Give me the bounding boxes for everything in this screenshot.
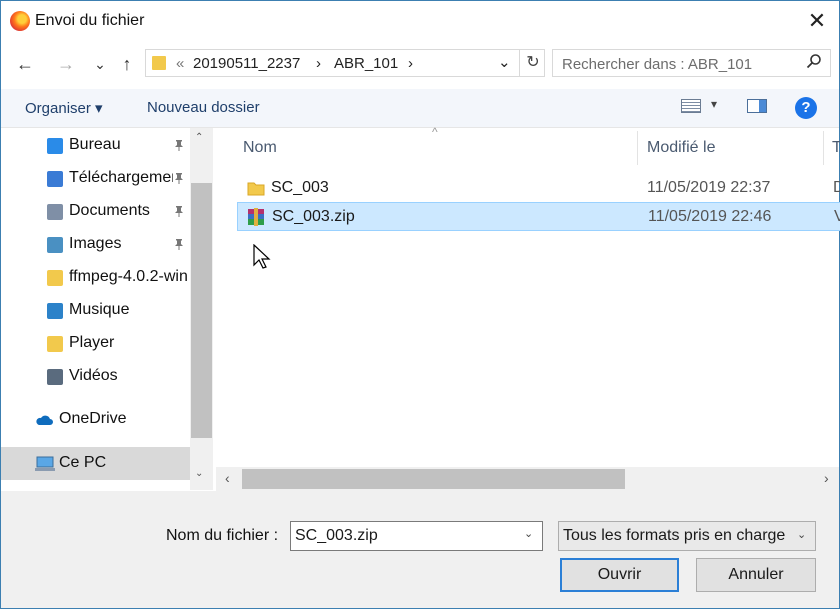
address-bar[interactable]: « 20190511_2237 › ABR_101 › ⌄ — [145, 49, 545, 77]
search-placeholder: Rechercher dans : ABR_101 — [562, 56, 753, 73]
scrollbar-thumb[interactable] — [191, 183, 212, 438]
sidebar-item-telechargements[interactable]: Téléchargements — [47, 166, 189, 192]
sidebar-item-label: Bureau — [69, 136, 121, 153]
back-button[interactable]: ← — [12, 51, 38, 77]
sidebar-item-label: Documents — [69, 202, 150, 219]
title-bar: Envoi du fichier ✕ — [1, 1, 839, 41]
filename-input[interactable]: SC_003.zip ⌄ — [290, 521, 543, 551]
scrollbar-thumb[interactable] — [242, 469, 625, 489]
pin-icon[interactable] — [173, 172, 185, 187]
sidebar-item-ce-pc[interactable]: Ce PC — [35, 451, 177, 477]
onedrive-cloud-icon — [35, 413, 53, 429]
window-title: Envoi du fichier — [35, 12, 145, 29]
scroll-left-arrow[interactable]: ‹ — [225, 470, 230, 486]
filename-dropdown-icon[interactable]: ⌄ — [524, 527, 533, 540]
address-prefix: « — [176, 55, 185, 72]
sidebar-item-videos[interactable]: Vidéos — [47, 364, 189, 390]
column-divider[interactable] — [637, 131, 638, 165]
sidebar-item-label: Player — [69, 334, 115, 351]
search-icon — [806, 53, 822, 74]
file-dialog: Envoi du fichier ✕ ← → ⌄ ↑ « 20190511_22… — [0, 0, 840, 609]
sidebar-item-label: Ce PC — [59, 454, 107, 471]
firefox-icon — [10, 11, 30, 31]
file-type-dropdown-icon[interactable]: ⌄ — [797, 528, 806, 541]
file-type-value: Tous les formats pris en charge — [563, 527, 786, 544]
scroll-down-arrow[interactable]: ⌄ — [195, 468, 203, 479]
view-options-icon[interactable] — [681, 99, 701, 113]
column-modified[interactable]: Modifié le — [647, 139, 715, 157]
breadcrumb-separator[interactable]: › — [316, 55, 321, 72]
column-type[interactable]: T — [832, 139, 840, 157]
file-name: SC_003.zip — [272, 208, 355, 225]
file-type: D — [833, 179, 840, 196]
sidebar-item-label: ffmpeg-4.0.2-win — [69, 268, 188, 285]
sidebar-item-label: Téléchargements — [69, 169, 173, 186]
refresh-button[interactable]: ↻ — [519, 49, 546, 77]
column-header: Nom ^ Modifié le T — [236, 125, 840, 167]
list-item-selected[interactable]: SC_003.zip 11/05/2019 22:46 V — [237, 202, 840, 231]
filename-value: SC_003.zip — [295, 527, 378, 544]
breadcrumb-20190511_2237[interactable]: 20190511_2237 — [193, 55, 300, 72]
sidebar-item-images[interactable]: Images — [47, 232, 189, 258]
view-options-caret[interactable]: ▾ — [711, 97, 717, 111]
pictures-icon — [47, 237, 63, 253]
desktop-folder-icon — [47, 138, 63, 154]
list-item[interactable]: SC_003 11/05/2019 22:37 D — [237, 174, 840, 203]
file-type-select[interactable]: Tous les formats pris en charge ⌄ — [558, 521, 816, 551]
preview-pane-icon[interactable] — [747, 99, 767, 113]
folder-icon — [47, 336, 63, 352]
open-button[interactable]: Ouvrir — [560, 558, 679, 592]
address-dropdown-button[interactable]: ⌄ — [498, 53, 511, 71]
file-type: V — [834, 208, 840, 225]
scroll-right-arrow[interactable]: › — [824, 470, 829, 486]
scroll-up-arrow[interactable]: ⌃ — [195, 132, 203, 143]
sidebar-item-musique[interactable]: Musique — [47, 298, 189, 324]
sidebar-item-bureau[interactable]: Bureau — [47, 133, 189, 159]
column-name[interactable]: Nom — [243, 139, 277, 157]
horizontal-scrollbar[interactable]: ‹ › — [216, 467, 839, 491]
sidebar-item-label: OneDrive — [59, 410, 127, 427]
videos-icon — [47, 369, 63, 385]
folder-icon — [47, 270, 63, 286]
music-icon — [47, 303, 63, 319]
computer-icon — [35, 456, 55, 472]
breadcrumb-separator[interactable]: › — [408, 55, 413, 72]
sidebar-scrollbar[interactable]: ⌃ ⌄ — [190, 128, 213, 490]
close-button[interactable]: ✕ — [797, 7, 837, 35]
column-divider[interactable] — [823, 131, 824, 165]
forward-button[interactable]: → — [53, 51, 79, 77]
sidebar-item-ffmpeg[interactable]: ffmpeg-4.0.2-win — [47, 265, 189, 291]
organize-button[interactable]: Organiser ▾ — [25, 99, 103, 117]
sidebar-item-label: Musique — [69, 301, 130, 318]
filename-label: Nom du fichier : — [166, 527, 279, 544]
sidebar-item-label: Vidéos — [69, 367, 118, 384]
sidebar-item-onedrive[interactable]: OneDrive — [35, 407, 177, 433]
recent-locations-button[interactable]: ⌄ — [87, 51, 113, 77]
folder-icon — [247, 180, 265, 196]
downloads-icon — [47, 171, 63, 187]
help-button[interactable]: ? — [795, 97, 817, 119]
sidebar-item-player[interactable]: Player — [47, 331, 189, 357]
folder-icon — [152, 56, 166, 70]
mouse-cursor-icon — [253, 243, 271, 274]
sidebar-item-documents[interactable]: Documents — [47, 199, 189, 225]
up-button[interactable]: ↑ — [114, 51, 140, 77]
documents-icon — [47, 204, 63, 220]
pin-icon[interactable] — [173, 139, 185, 154]
splitter[interactable] — [213, 128, 216, 491]
file-modified: 11/05/2019 22:46 — [648, 208, 772, 225]
file-name: SC_003 — [271, 179, 329, 196]
winrar-archive-icon — [246, 207, 264, 226]
pin-icon[interactable] — [173, 238, 185, 253]
pin-icon[interactable] — [173, 205, 185, 220]
new-folder-button[interactable]: Nouveau dossier — [147, 99, 260, 116]
sidebar-item-label: Images — [69, 235, 122, 252]
file-modified: 11/05/2019 22:37 — [647, 179, 771, 196]
sort-arrow-icon: ^ — [432, 125, 438, 139]
search-input[interactable]: Rechercher dans : ABR_101 — [552, 49, 831, 77]
breadcrumb-ABR_101[interactable]: ABR_101 — [334, 55, 398, 72]
cancel-button[interactable]: Annuler — [696, 558, 816, 592]
